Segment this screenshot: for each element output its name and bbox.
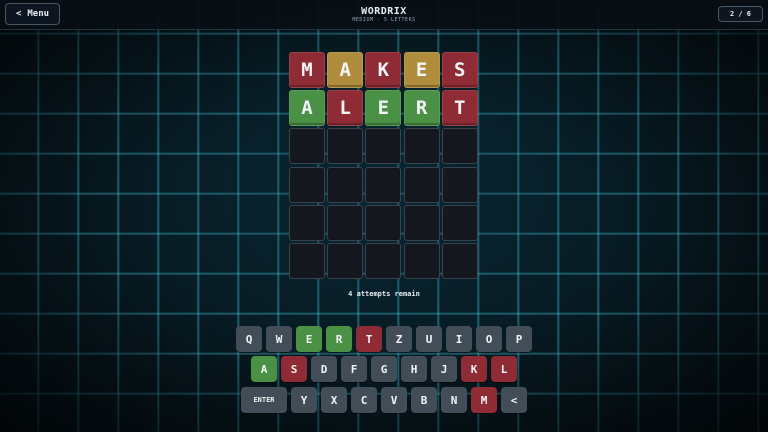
board-tile — [327, 166, 364, 203]
board-tile — [403, 128, 440, 165]
attempt-counter: 2 / 6 — [718, 6, 763, 22]
key-d[interactable]: D — [311, 356, 337, 382]
board-tile — [327, 242, 364, 279]
guess-board: MAKESALERT — [289, 52, 478, 279]
key-m[interactable]: M — [471, 387, 497, 413]
board-tile: S — [441, 52, 478, 88]
board-tile — [403, 242, 440, 279]
key-s[interactable]: S — [281, 356, 307, 382]
board-tile — [327, 204, 364, 241]
key-y[interactable]: Y — [291, 387, 317, 413]
backspace-key[interactable]: < — [501, 387, 527, 413]
key-g[interactable]: G — [371, 356, 397, 382]
board-tile: E — [403, 52, 440, 88]
key-o[interactable]: O — [476, 326, 502, 352]
board-tile: T — [441, 90, 478, 127]
key-n[interactable]: N — [441, 387, 467, 413]
board-tile — [289, 166, 325, 203]
key-r[interactable]: R — [326, 326, 352, 352]
board-tile: K — [365, 52, 402, 88]
board-tile — [441, 128, 478, 165]
key-h[interactable]: H — [401, 356, 427, 382]
key-c[interactable]: C — [351, 387, 377, 413]
key-k[interactable]: K — [461, 356, 487, 382]
key-a[interactable]: A — [251, 356, 277, 382]
board-tile — [403, 204, 440, 241]
board-tile — [365, 204, 402, 241]
key-u[interactable]: U — [416, 326, 442, 352]
keyboard-row: ENTER Y X C V B N M < — [0, 387, 768, 413]
board-tile — [441, 204, 478, 241]
top-bar: < Menu WORDRIX MEDIUM · 5 LETTERS 2 / 6 — [0, 0, 768, 30]
board-tile — [403, 166, 440, 203]
board-tile — [365, 242, 402, 279]
key-x[interactable]: X — [321, 387, 347, 413]
key-w[interactable]: W — [266, 326, 292, 352]
board-tile: L — [327, 90, 364, 127]
board-tile: M — [289, 52, 325, 88]
board-tile: E — [365, 90, 402, 127]
board-tile — [441, 166, 478, 203]
key-t[interactable]: T — [356, 326, 382, 352]
key-f[interactable]: F — [341, 356, 367, 382]
board-tile — [441, 242, 478, 279]
board-tile: R — [403, 90, 440, 127]
key-q[interactable]: Q — [236, 326, 262, 352]
board-tile — [365, 128, 402, 165]
key-b[interactable]: B — [411, 387, 437, 413]
key-l[interactable]: L — [491, 356, 517, 382]
board-tile: A — [289, 90, 325, 127]
key-p[interactable]: P — [506, 326, 532, 352]
attempts-remaining-text: 4 attempts remain — [348, 290, 420, 298]
board-tile — [365, 166, 402, 203]
enter-key[interactable]: ENTER — [241, 387, 287, 413]
board-tile — [289, 242, 325, 279]
key-v[interactable]: V — [381, 387, 407, 413]
key-e[interactable]: E — [296, 326, 322, 352]
board-tile — [289, 204, 325, 241]
keyboard-row: ASDFGHJKL — [0, 356, 768, 382]
key-i[interactable]: I — [446, 326, 472, 352]
board-tile — [289, 128, 325, 165]
game-subtitle: MEDIUM · 5 LETTERS — [352, 17, 416, 23]
keyboard-row: QWERTZUIOP — [0, 326, 768, 352]
key-z[interactable]: Z — [386, 326, 412, 352]
board-tile: A — [327, 52, 364, 88]
game-title: WORDRIX — [361, 6, 407, 17]
key-j[interactable]: J — [431, 356, 457, 382]
board-tile — [327, 128, 364, 165]
